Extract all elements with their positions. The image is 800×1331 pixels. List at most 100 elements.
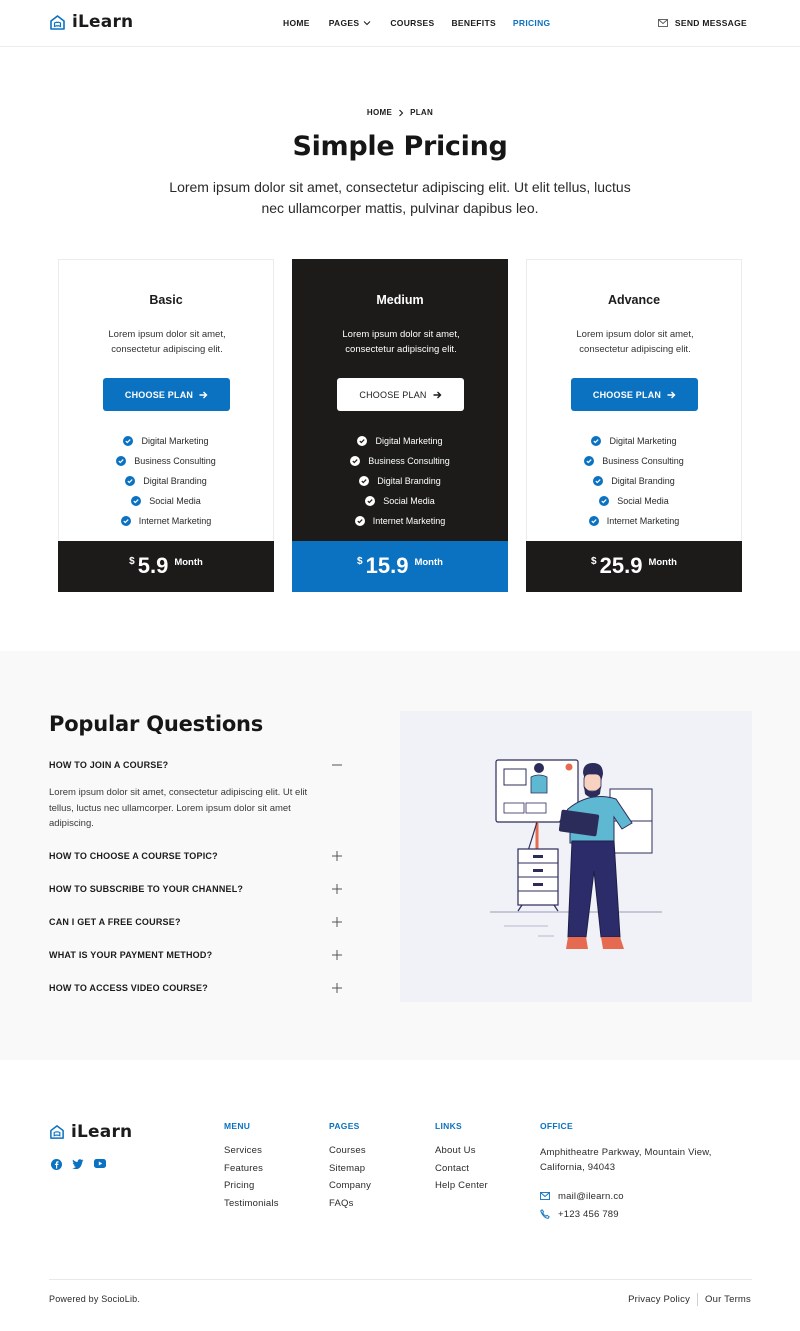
- legal-links: Privacy Policy Our Terms: [628, 1293, 751, 1306]
- footer-divider: [49, 1279, 752, 1280]
- plus-icon: [332, 851, 342, 861]
- check-circle-icon: [123, 436, 134, 446]
- choose-plan-button[interactable]: CHOOSE PLAN: [103, 378, 230, 411]
- social-links: [51, 1159, 106, 1170]
- terms-link[interactable]: Our Terms: [705, 1294, 751, 1305]
- arrow-right-icon: [667, 391, 676, 398]
- chevron-down-icon: [363, 21, 371, 26]
- footer-menu-column: MENU Services Features Pricing Testimoni…: [224, 1121, 279, 1215]
- choose-plan-label: CHOOSE PLAN: [359, 389, 427, 400]
- footer-link-features[interactable]: Features: [224, 1163, 279, 1181]
- check-circle-icon: [131, 496, 142, 506]
- footer-link-services[interactable]: Services: [224, 1145, 279, 1163]
- footer-link-help[interactable]: Help Center: [435, 1180, 488, 1198]
- price-period: Month: [174, 557, 203, 568]
- check-circle-icon: [599, 496, 610, 506]
- price-bar: $ 15.9 Month: [292, 541, 508, 592]
- logo-icon: [50, 14, 65, 30]
- send-message-link[interactable]: SEND MESSAGE: [657, 18, 747, 28]
- faq-question: WHAT IS YOUR PAYMENT METHOD?: [49, 950, 213, 960]
- nav-pages[interactable]: PAGES: [329, 18, 372, 28]
- footer-logo[interactable]: iLearn: [49, 1122, 132, 1142]
- footer-link-company[interactable]: Company: [329, 1180, 371, 1198]
- privacy-policy-link[interactable]: Privacy Policy: [628, 1294, 690, 1305]
- youtube-icon[interactable]: [94, 1159, 106, 1168]
- logo[interactable]: iLearn: [49, 12, 133, 32]
- footer-link-pricing[interactable]: Pricing: [224, 1180, 279, 1198]
- plus-icon: [332, 917, 342, 927]
- footer-pages-column: PAGES Courses Sitemap Company FAQs: [329, 1121, 371, 1215]
- nav-home[interactable]: HOME: [283, 18, 310, 28]
- breadcrumb-home[interactable]: HOME: [367, 108, 392, 117]
- faq-item-open[interactable]: HOW TO JOIN A COURSE?: [49, 760, 342, 770]
- twitter-icon[interactable]: [72, 1159, 84, 1169]
- feature-list: Digital Marketing Business Consulting Di…: [59, 431, 273, 531]
- office-email[interactable]: mail@ilearn.co: [540, 1187, 730, 1205]
- footer-link-courses[interactable]: Courses: [329, 1145, 371, 1163]
- footer-link-faqs[interactable]: FAQs: [329, 1198, 371, 1216]
- check-circle-icon: [120, 516, 131, 526]
- faq-question: CAN I GET A FREE COURSE?: [49, 917, 181, 927]
- facebook-icon[interactable]: [51, 1159, 62, 1170]
- price-amount: 25.9: [599, 553, 643, 578]
- footer-link-testimonials[interactable]: Testimonials: [224, 1198, 279, 1216]
- feature-label: Business Consulting: [602, 456, 684, 466]
- arrow-right-icon: [199, 391, 208, 398]
- check-circle-icon: [591, 436, 602, 446]
- faq-item[interactable]: HOW TO SUBSCRIBE TO YOUR CHANNEL?: [49, 884, 342, 894]
- feature-list: Digital Marketing Business Consulting Di…: [293, 431, 507, 531]
- faq-item[interactable]: HOW TO ACCESS VIDEO COURSE?: [49, 983, 342, 993]
- feature-label: Internet Marketing: [372, 516, 446, 526]
- check-circle-icon: [584, 456, 595, 466]
- feature-item: Social Media: [59, 491, 273, 511]
- faq-item[interactable]: CAN I GET A FREE COURSE?: [49, 917, 342, 927]
- check-circle-icon: [357, 436, 368, 446]
- page-title: Simple Pricing: [292, 131, 508, 162]
- faq-item[interactable]: HOW TO CHOOSE A COURSE TOPIC?: [49, 851, 342, 861]
- feature-label: Social Media: [617, 496, 669, 506]
- choose-plan-button[interactable]: CHOOSE PLAN: [571, 378, 698, 411]
- footer-link-sitemap[interactable]: Sitemap: [329, 1163, 371, 1181]
- footer-column-title: OFFICE: [540, 1121, 573, 1131]
- feature-label: Digital Marketing: [609, 436, 677, 446]
- plan-name: Medium: [376, 293, 424, 307]
- feature-label: Digital Marketing: [375, 436, 443, 446]
- nav-pricing[interactable]: PRICING: [513, 18, 551, 28]
- site-header: iLearn HOME PAGES COURSES BENEFITS PRICI…: [0, 0, 800, 47]
- feature-item: Internet Marketing: [527, 511, 741, 531]
- faq-title: Popular Questions: [49, 712, 264, 736]
- arrow-right-icon: [433, 391, 442, 398]
- footer-column-title: MENU: [224, 1121, 251, 1131]
- choose-plan-label: CHOOSE PLAN: [124, 389, 194, 400]
- footer-link-contact[interactable]: Contact: [435, 1163, 488, 1181]
- footer-links-column: LINKS About Us Contact Help Center: [435, 1121, 488, 1198]
- feature-label: Social Media: [383, 496, 435, 506]
- feature-label: Internet Marketing: [606, 516, 680, 526]
- price-currency: $: [129, 556, 135, 567]
- nav-courses[interactable]: COURSES: [390, 18, 434, 28]
- feature-label: Social Media: [149, 496, 201, 506]
- office-phone[interactable]: +123 456 789: [540, 1205, 730, 1223]
- plus-icon: [332, 983, 342, 993]
- phone-icon: [540, 1209, 550, 1219]
- nav-pages-label: PAGES: [328, 18, 360, 28]
- price-period: Month: [414, 557, 443, 568]
- send-message-label: SEND MESSAGE: [674, 18, 747, 28]
- plan-card-basic: Basic Lorem ipsum dolor sit amet, consec…: [58, 259, 274, 592]
- feature-item: Social Media: [293, 491, 507, 511]
- nav-benefits[interactable]: BENEFITS: [451, 18, 495, 28]
- main-nav: HOME PAGES COURSES BENEFITS PRICING: [283, 18, 550, 28]
- faq-question: HOW TO SUBSCRIBE TO YOUR CHANNEL?: [49, 884, 244, 894]
- choose-plan-button[interactable]: CHOOSE PLAN: [337, 378, 464, 411]
- price-bar: $ 5.9 Month: [58, 541, 274, 592]
- price-amount: 5.9: [137, 553, 169, 578]
- price-amount: 15.9: [365, 553, 409, 578]
- breadcrumb: HOME PLAN: [0, 108, 800, 117]
- office-email-text: mail@ilearn.co: [558, 1190, 624, 1202]
- check-circle-icon: [116, 456, 127, 466]
- breadcrumb-current: PLAN: [410, 108, 434, 117]
- footer-link-about[interactable]: About Us: [435, 1145, 488, 1163]
- check-circle-icon: [354, 516, 365, 526]
- check-circle-icon: [125, 476, 136, 486]
- faq-item[interactable]: WHAT IS YOUR PAYMENT METHOD?: [49, 950, 342, 960]
